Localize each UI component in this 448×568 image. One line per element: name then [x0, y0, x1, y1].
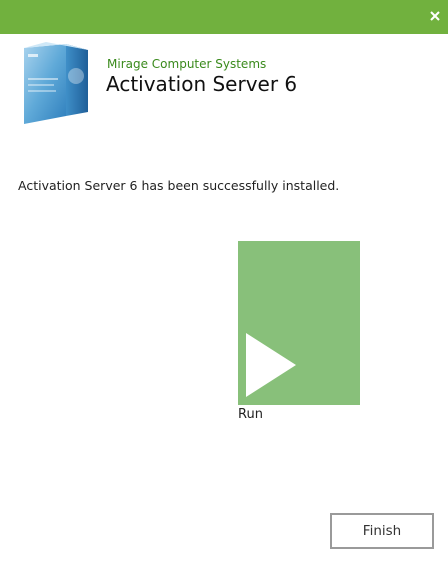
- product-title: Activation Server 6: [106, 72, 298, 96]
- title-bar: [0, 0, 448, 34]
- run-tile[interactable]: [238, 241, 360, 405]
- vendor-name: Mirage Computer Systems: [107, 57, 267, 71]
- finish-button[interactable]: Finish: [330, 513, 434, 549]
- product-box-image: [16, 40, 94, 126]
- run-label: Run: [238, 407, 263, 422]
- close-icon: [430, 11, 440, 21]
- install-success-message: Activation Server 6 has been successfull…: [18, 178, 340, 193]
- close-button[interactable]: [428, 9, 442, 23]
- play-icon: [246, 333, 296, 397]
